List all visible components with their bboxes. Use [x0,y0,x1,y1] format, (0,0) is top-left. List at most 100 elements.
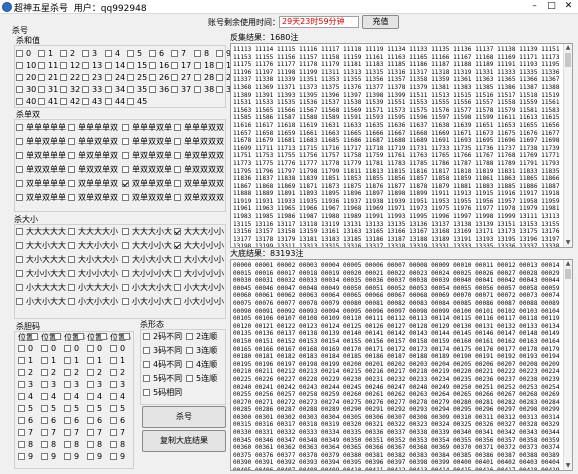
parity-0-checkbox[interactable] [16,124,23,131]
position-3-digit-4-checkbox[interactable] [64,393,71,400]
sum-44-checkbox[interactable] [105,98,112,105]
position-1-digit-0-checkbox[interactable] [18,345,25,352]
parity-4-checkbox[interactable] [16,138,23,145]
sum-18-checkbox[interactable] [194,62,201,69]
size-11-checkbox[interactable] [174,256,181,263]
sum-16-checkbox[interactable] [149,62,156,69]
position-4-digit-4-checkbox[interactable] [87,393,94,400]
reverse-result-textarea[interactable]: 11113 11114 11115 11116 11117 11118 1111… [230,43,573,248]
sum-45-checkbox[interactable] [127,98,134,105]
position-3-digit-6-checkbox[interactable] [64,417,71,424]
position-1-digit-9-checkbox[interactable] [18,453,25,460]
form-3-checkbox[interactable] [143,375,150,382]
size-14-checkbox[interactable] [122,270,129,277]
sum-43-checkbox[interactable] [82,98,89,105]
position-4-digit-8-checkbox[interactable] [87,441,94,448]
maximize-button[interactable]: □ [543,0,560,13]
position-1-digit-8-checkbox[interactable] [18,441,25,448]
sum-42-checkbox[interactable] [60,98,67,105]
copy-result-button[interactable]: 复制大底结果 [142,430,226,452]
sum-3-checkbox[interactable] [82,50,89,57]
minimize-button[interactable]: – [526,0,543,13]
parity-10-checkbox[interactable] [122,152,129,159]
size-5-checkbox[interactable] [68,242,75,249]
position-4-digit-1-checkbox[interactable] [87,357,94,364]
position-4-digit-7-checkbox[interactable] [87,429,94,436]
sum-1-checkbox[interactable] [38,50,45,57]
position-2-digit-9-checkbox[interactable] [41,453,48,460]
size-22-checkbox[interactable] [122,298,129,305]
position-3-digit-2-checkbox[interactable] [64,369,71,376]
sum-13-checkbox[interactable] [82,62,89,69]
sum-39-checkbox[interactable] [216,86,223,93]
position-1-digit-2-checkbox[interactable] [18,369,25,376]
position-5-digit-6-checkbox[interactable] [110,417,117,424]
size-3-checkbox[interactable] [174,228,181,235]
sum-10-checkbox[interactable] [16,62,23,69]
sum-26-checkbox[interactable] [149,74,156,81]
parity-19-checkbox[interactable] [174,180,181,187]
position-2-digit-6-checkbox[interactable] [41,417,48,424]
reverse-result-scrollbar[interactable]: ▲ ▼ [563,44,572,247]
sum-20-checkbox[interactable] [16,74,23,81]
sum-15-checkbox[interactable] [127,62,134,69]
parity-22-checkbox[interactable] [122,194,129,201]
parity-21-checkbox[interactable] [68,194,75,201]
position-5-checkbox[interactable] [123,333,130,340]
size-9-checkbox[interactable] [68,256,75,263]
position-1-digit-6-checkbox[interactable] [18,417,25,424]
position-3-digit-5-checkbox[interactable] [64,405,71,412]
position-3-digit-7-checkbox[interactable] [64,429,71,436]
position-1-digit-1-checkbox[interactable] [18,357,25,364]
position-5-digit-0-checkbox[interactable] [110,345,117,352]
sum-11-checkbox[interactable] [38,62,45,69]
position-4-digit-0-checkbox[interactable] [87,345,94,352]
position-1-digit-7-checkbox[interactable] [18,429,25,436]
form-2-checkbox[interactable] [143,361,150,368]
position-1-digit-3-checkbox[interactable] [18,381,25,388]
sum-2-checkbox[interactable] [60,50,67,57]
sum-7-checkbox[interactable] [171,50,178,57]
form2-1-checkbox[interactable] [186,347,193,354]
position-2-digit-3-checkbox[interactable] [41,381,48,388]
scroll-down-icon[interactable]: ▼ [564,462,572,470]
scroll-up-icon[interactable]: ▲ [564,260,572,268]
position-2-digit-5-checkbox[interactable] [41,405,48,412]
position-3-digit-3-checkbox[interactable] [64,381,71,388]
sum-9-checkbox[interactable] [216,50,223,57]
sum-33-checkbox[interactable] [82,86,89,93]
size-12-checkbox[interactable] [16,270,23,277]
size-15-checkbox[interactable] [174,270,181,277]
size-20-checkbox[interactable] [16,298,23,305]
parity-8-checkbox[interactable] [16,152,23,159]
size-4-checkbox[interactable] [16,242,23,249]
sum-19-checkbox[interactable] [216,62,223,69]
position-5-digit-5-checkbox[interactable] [110,405,117,412]
sum-25-checkbox[interactable] [127,74,134,81]
parity-6-checkbox[interactable] [122,138,129,145]
size-17-checkbox[interactable] [68,284,75,291]
scroll-thumb[interactable] [565,269,571,279]
parity-17-checkbox[interactable] [68,180,75,187]
sum-31-checkbox[interactable] [38,86,45,93]
position-5-digit-1-checkbox[interactable] [110,357,117,364]
position-2-digit-0-checkbox[interactable] [41,345,48,352]
position-4-digit-3-checkbox[interactable] [87,381,94,388]
position-2-digit-2-checkbox[interactable] [41,369,48,376]
parity-23-checkbox[interactable] [174,194,181,201]
sum-37-checkbox[interactable] [171,86,178,93]
sum-28-checkbox[interactable] [194,74,201,81]
size-6-checkbox[interactable] [122,242,129,249]
size-19-checkbox[interactable] [174,284,181,291]
parity-20-checkbox[interactable] [16,194,23,201]
parity-16-checkbox[interactable] [16,180,23,187]
parity-3-checkbox[interactable] [174,124,181,131]
sum-30-checkbox[interactable] [16,86,23,93]
position-3-digit-8-checkbox[interactable] [64,441,71,448]
recharge-button[interactable]: 充值 [362,15,399,29]
position-3-checkbox[interactable] [77,333,84,340]
parity-9-checkbox[interactable] [68,152,75,159]
sum-8-checkbox[interactable] [194,50,201,57]
parity-14-checkbox[interactable] [122,166,129,173]
sum-12-checkbox[interactable] [60,62,67,69]
